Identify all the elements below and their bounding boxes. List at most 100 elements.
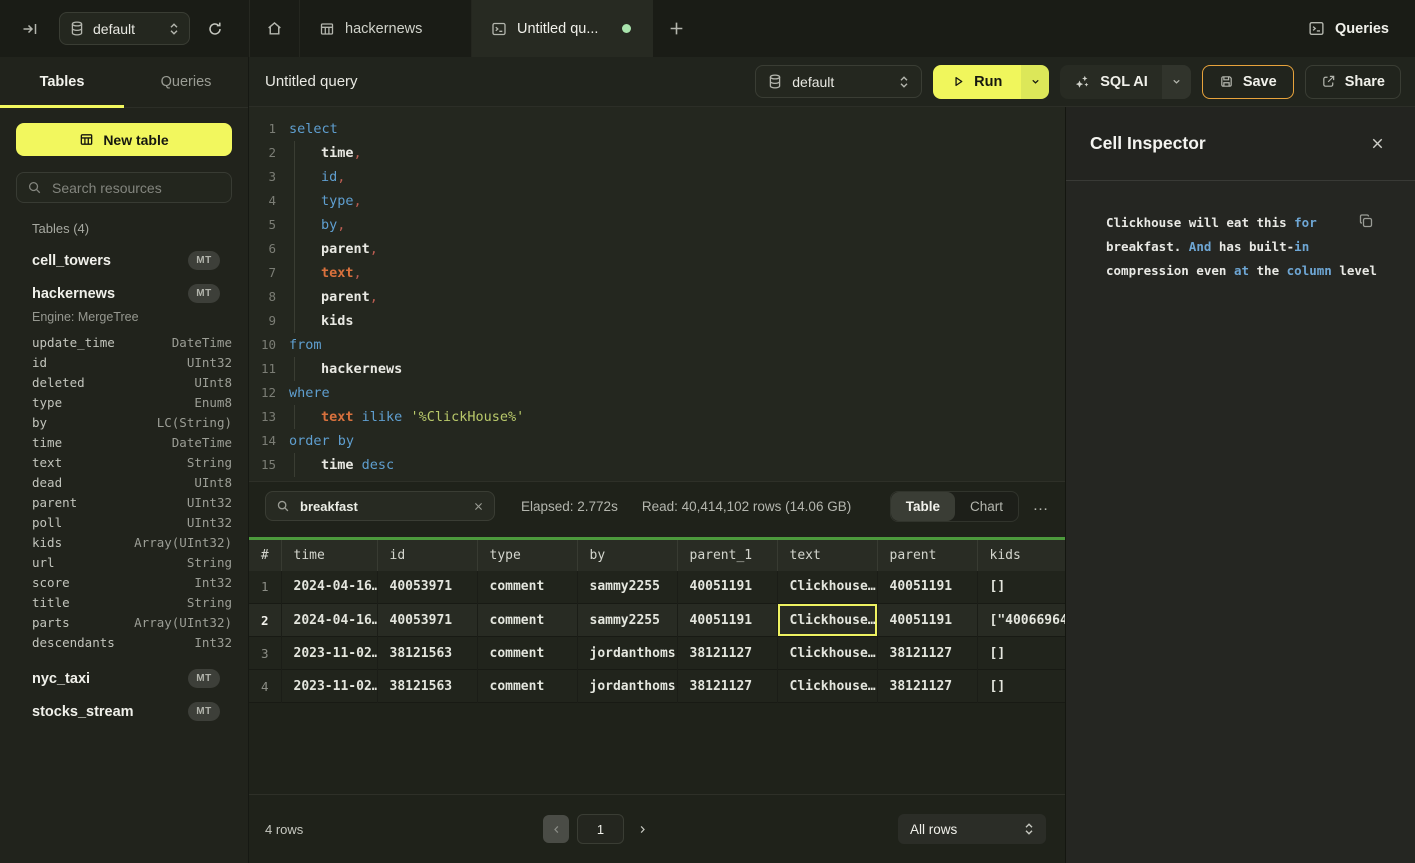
table-cell[interactable]: 40051191: [877, 604, 977, 637]
table-cell[interactable]: Clickhouse…: [777, 604, 877, 637]
table-cell[interactable]: 2023-11-02…: [281, 670, 377, 703]
column-header[interactable]: parent: [877, 539, 977, 571]
sidebar-tab-tables[interactable]: Tables: [0, 57, 124, 107]
table-cell[interactable]: comment: [477, 571, 577, 604]
table-cell[interactable]: comment: [477, 604, 577, 637]
table-cell[interactable]: 40051191: [677, 571, 777, 604]
table-cell[interactable]: Clickhouse…: [777, 637, 877, 670]
row-number-cell[interactable]: 3: [249, 637, 281, 670]
sql-ai-button[interactable]: SQL AI: [1060, 65, 1162, 99]
value-text: the: [1249, 263, 1287, 278]
results-footer: 4 rows All rows: [249, 794, 1065, 863]
more-options-icon[interactable]: …: [1027, 497, 1055, 515]
results-filter-input[interactable]: [298, 498, 465, 515]
queries-button[interactable]: Queries: [1308, 0, 1415, 57]
row-number-cell[interactable]: 2: [249, 604, 281, 637]
terminal-icon: [491, 21, 507, 37]
table-cell[interactable]: Clickhouse…: [777, 571, 877, 604]
page-number-input[interactable]: [577, 814, 624, 844]
refresh-icon[interactable]: [207, 21, 223, 37]
line-number: 11: [249, 357, 276, 381]
column-header[interactable]: #: [249, 539, 281, 571]
highlighted-keyword: in: [1294, 239, 1309, 254]
table-cell[interactable]: 38121127: [877, 670, 977, 703]
line-number: 3: [249, 165, 276, 189]
search-resources-input[interactable]: [50, 179, 221, 197]
share-button[interactable]: Share: [1305, 65, 1401, 99]
new-tab-button[interactable]: [653, 0, 699, 57]
table-cell[interactable]: 40053971: [377, 604, 477, 637]
tab-home[interactable]: [250, 0, 300, 57]
table-cell[interactable]: []: [977, 571, 1065, 604]
table-cell[interactable]: []: [977, 637, 1065, 670]
indent-guide: [294, 213, 295, 237]
code-line: 5by,: [249, 213, 1065, 237]
table-cell[interactable]: 2024-04-16…: [281, 571, 377, 604]
value-text: has built-: [1211, 239, 1294, 254]
database-selector[interactable]: default: [59, 12, 190, 45]
table-cell[interactable]: comment: [477, 637, 577, 670]
column-item: titleString: [0, 592, 248, 612]
table-cell[interactable]: jordanthoms: [577, 670, 677, 703]
column-header[interactable]: id: [377, 539, 477, 571]
column-header[interactable]: type: [477, 539, 577, 571]
share-icon: [1321, 74, 1336, 89]
column-header[interactable]: time: [281, 539, 377, 571]
table-row: 42023-11-02…38121563commentjordanthoms38…: [249, 670, 1065, 703]
table-cell[interactable]: 38121563: [377, 670, 477, 703]
pagination-prev-button[interactable]: [543, 815, 569, 843]
column-header[interactable]: parent_1: [677, 539, 777, 571]
table-item[interactable]: hackernewsMT: [0, 277, 248, 310]
table-cell[interactable]: 40051191: [677, 604, 777, 637]
collapse-sidebar-icon[interactable]: [22, 21, 38, 37]
sidebar-tab-queries[interactable]: Queries: [124, 57, 248, 107]
view-toggle-table[interactable]: Table: [891, 492, 955, 521]
code-token: ,: [337, 169, 345, 185]
sql-editor[interactable]: 1select2time,3id,4type,5by,6parent,7text…: [249, 107, 1065, 481]
table-cell[interactable]: ["40066964…: [977, 604, 1065, 637]
copy-icon[interactable]: [1358, 213, 1374, 229]
table-cell[interactable]: comment: [477, 670, 577, 703]
table-cell[interactable]: 2024-04-16…: [281, 604, 377, 637]
run-options-button[interactable]: [1021, 65, 1049, 99]
table-cell[interactable]: 38121563: [377, 637, 477, 670]
view-toggle-chart[interactable]: Chart: [955, 492, 1018, 521]
table-item[interactable]: stocks_streamMT: [0, 695, 248, 728]
table-cell[interactable]: sammy2255: [577, 571, 677, 604]
engine-label: Engine: MergeTree: [0, 310, 248, 332]
table-cell[interactable]: jordanthoms: [577, 637, 677, 670]
new-table-button[interactable]: New table: [16, 123, 232, 156]
close-icon[interactable]: [1370, 136, 1385, 151]
column-header[interactable]: kids: [977, 539, 1065, 571]
tab-hackernews[interactable]: hackernews: [300, 0, 472, 57]
code-line: 13text ilike '%ClickHouse%': [249, 405, 1065, 429]
tab-untitled-query[interactable]: Untitled qu...: [472, 0, 653, 57]
table-item[interactable]: nyc_taxiMT: [0, 662, 248, 695]
table-cell[interactable]: 38121127: [677, 670, 777, 703]
save-button[interactable]: Save: [1202, 65, 1294, 99]
table-cell[interactable]: 2023-11-02…: [281, 637, 377, 670]
column-header[interactable]: by: [577, 539, 677, 571]
table-cell[interactable]: 38121127: [677, 637, 777, 670]
pagination-next-button[interactable]: [637, 824, 648, 835]
query-database-selector[interactable]: default: [755, 65, 922, 98]
code-token: parent: [321, 289, 370, 305]
row-number-cell[interactable]: 1: [249, 571, 281, 604]
table-cell[interactable]: Clickhouse…: [777, 670, 877, 703]
page-size-selector[interactable]: All rows: [898, 814, 1046, 844]
table-cell[interactable]: 40053971: [377, 571, 477, 604]
table-cell[interactable]: []: [977, 670, 1065, 703]
run-button[interactable]: Run: [933, 65, 1021, 99]
clear-filter-icon[interactable]: [473, 501, 484, 512]
table-cell[interactable]: 40051191: [877, 571, 977, 604]
column-name: update_time: [32, 335, 115, 350]
cell-value-line: compression even at the column level: [1106, 259, 1375, 283]
column-header[interactable]: text: [777, 539, 877, 571]
database-selector-value: default: [93, 21, 160, 37]
sql-ai-options-button[interactable]: [1162, 65, 1191, 99]
table-item[interactable]: cell_towersMT: [0, 244, 248, 277]
row-number-cell[interactable]: 4: [249, 670, 281, 703]
app-window: default hackernews: [0, 0, 1415, 863]
table-cell[interactable]: 38121127: [877, 637, 977, 670]
table-cell[interactable]: sammy2255: [577, 604, 677, 637]
